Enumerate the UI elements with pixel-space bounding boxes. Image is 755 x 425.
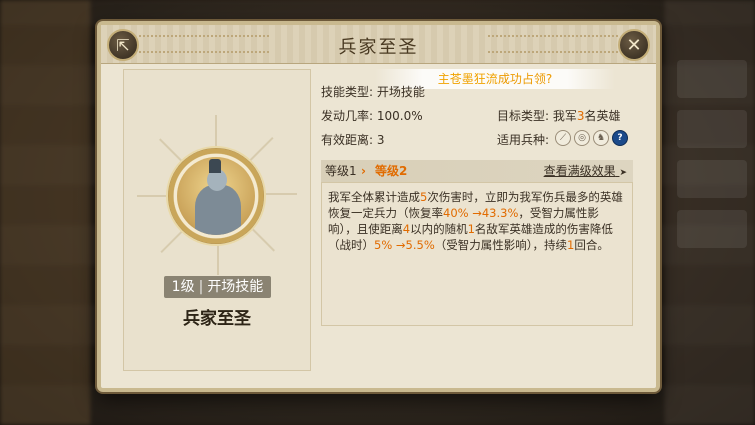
skill-level: 1级: [171, 279, 195, 295]
skill-name: 兵家至圣: [183, 309, 251, 329]
level-next: 等级2: [375, 164, 408, 178]
panel-title: 兵家至圣: [338, 37, 419, 58]
skill-portrait-column: 1级 | 开场技能 兵家至圣: [123, 69, 311, 371]
spear-icon[interactable]: ⟋: [555, 130, 571, 146]
level-current: 等级1: [325, 164, 357, 178]
question-icon[interactable]: ?: [612, 130, 628, 146]
skill-portrait-frame: [168, 148, 264, 244]
close-icon: ✕: [626, 34, 642, 56]
skill-type-row: 技能类型: 开场技能: [321, 85, 425, 99]
target-type-row: 目标类型: 我军3名英雄: [497, 109, 621, 123]
trigger-rate-row: 发动几率: 100.0%: [321, 109, 423, 123]
level-arrow-icon: ›: [361, 164, 366, 178]
skill-level-type-tag: 1级 | 开场技能: [164, 276, 271, 298]
view-max-level-link[interactable]: 查看满级效果 ➤: [544, 160, 627, 184]
skill-description-box: 我军全体累计造成5次伤害时，立即为我军伤兵最多的英雄恢复一定兵力（恢复率40% …: [321, 182, 633, 326]
close-button[interactable]: ✕: [618, 29, 650, 61]
share-button[interactable]: ⇱: [107, 29, 139, 61]
skill-description: 我军全体累计造成5次伤害时，立即为我军伤兵最多的英雄恢复一定兵力（恢复率40% …: [328, 190, 623, 252]
troop-type-label: 适用兵种:: [497, 133, 550, 147]
share-icon: ⇱: [116, 35, 130, 55]
background-side-menu: [660, 0, 755, 425]
arrow-right-icon: ➤: [619, 168, 627, 178]
horse-icon[interactable]: ♞: [593, 130, 609, 146]
title-bar: 兵家至圣 ⇱ ✕: [101, 25, 656, 64]
skill-type: 开场技能: [207, 279, 264, 295]
shield-icon[interactable]: ◎: [574, 130, 590, 146]
effective-range-row: 有效距离: 3: [321, 133, 385, 147]
skill-detail-panel: 兵家至圣 ⇱ ✕ 1级 | 开场技能 兵家至圣 主苍墨狂流成功占领? 技能类型:…: [97, 21, 660, 392]
troop-type-icons: ⟋ ◎ ♞ ?: [555, 130, 628, 146]
level-progress-bar: 等级1 › 等级2 查看满级效果 ➤: [321, 160, 633, 182]
skill-portrait: [177, 157, 255, 235]
